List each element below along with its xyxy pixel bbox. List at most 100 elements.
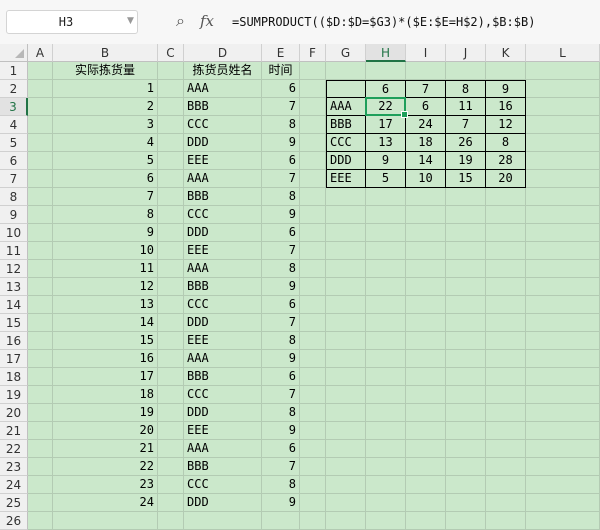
cell-e7[interactable]: 7 bbox=[262, 170, 300, 188]
cell-k24[interactable] bbox=[486, 476, 526, 494]
cell-h23[interactable] bbox=[366, 458, 406, 476]
cell-c1[interactable] bbox=[158, 62, 184, 80]
row-header-23[interactable]: 23 bbox=[0, 458, 28, 476]
cell-i15[interactable] bbox=[406, 314, 446, 332]
cell-h14[interactable] bbox=[366, 296, 406, 314]
cell-i3[interactable]: 6 bbox=[406, 98, 446, 116]
cell-a12[interactable] bbox=[28, 260, 53, 278]
cell-b14[interactable]: 13 bbox=[53, 296, 158, 314]
cell-c24[interactable] bbox=[158, 476, 184, 494]
cell-e22[interactable]: 6 bbox=[262, 440, 300, 458]
cell-e25[interactable]: 9 bbox=[262, 494, 300, 512]
cell-c15[interactable] bbox=[158, 314, 184, 332]
cell-a26[interactable] bbox=[28, 512, 53, 530]
cell-i12[interactable] bbox=[406, 260, 446, 278]
column-header-h[interactable]: H bbox=[366, 44, 406, 62]
cell-a25[interactable] bbox=[28, 494, 53, 512]
cell-d8[interactable]: BBB bbox=[184, 188, 262, 206]
cell-l9[interactable] bbox=[526, 206, 600, 224]
row-header-25[interactable]: 25 bbox=[0, 494, 28, 512]
column-header-f[interactable]: F bbox=[300, 44, 326, 62]
cell-a18[interactable] bbox=[28, 368, 53, 386]
row-header-5[interactable]: 5 bbox=[0, 134, 28, 152]
cell-d11[interactable]: EEE bbox=[184, 242, 262, 260]
cell-a11[interactable] bbox=[28, 242, 53, 260]
cell-b17[interactable]: 16 bbox=[53, 350, 158, 368]
cell-l12[interactable] bbox=[526, 260, 600, 278]
cell-g2[interactable] bbox=[326, 80, 366, 98]
cell-c25[interactable] bbox=[158, 494, 184, 512]
row-header-19[interactable]: 19 bbox=[0, 386, 28, 404]
row-header-9[interactable]: 9 bbox=[0, 206, 28, 224]
cell-g10[interactable] bbox=[326, 224, 366, 242]
cell-l23[interactable] bbox=[526, 458, 600, 476]
cell-d9[interactable]: CCC bbox=[184, 206, 262, 224]
cell-g14[interactable] bbox=[326, 296, 366, 314]
cell-g22[interactable] bbox=[326, 440, 366, 458]
cell-f1[interactable] bbox=[300, 62, 326, 80]
cell-b22[interactable]: 21 bbox=[53, 440, 158, 458]
row-header-12[interactable]: 12 bbox=[0, 260, 28, 278]
cell-d17[interactable]: AAA bbox=[184, 350, 262, 368]
cell-c3[interactable] bbox=[158, 98, 184, 116]
cell-g4[interactable]: BBB bbox=[326, 116, 366, 134]
cell-g23[interactable] bbox=[326, 458, 366, 476]
cell-i16[interactable] bbox=[406, 332, 446, 350]
cell-d20[interactable]: DDD bbox=[184, 404, 262, 422]
cell-k16[interactable] bbox=[486, 332, 526, 350]
cell-d10[interactable]: DDD bbox=[184, 224, 262, 242]
cell-h22[interactable] bbox=[366, 440, 406, 458]
cell-f3[interactable] bbox=[300, 98, 326, 116]
cell-g25[interactable] bbox=[326, 494, 366, 512]
cell-e17[interactable]: 9 bbox=[262, 350, 300, 368]
chevron-down-icon[interactable]: ▼ bbox=[127, 16, 134, 26]
cell-g16[interactable] bbox=[326, 332, 366, 350]
cell-g17[interactable] bbox=[326, 350, 366, 368]
cell-j24[interactable] bbox=[446, 476, 486, 494]
cell-h2[interactable]: 6 bbox=[366, 80, 406, 98]
cell-e14[interactable]: 6 bbox=[262, 296, 300, 314]
cell-b5[interactable]: 4 bbox=[53, 134, 158, 152]
cell-l14[interactable] bbox=[526, 296, 600, 314]
cell-e3[interactable]: 7 bbox=[262, 98, 300, 116]
cell-l2[interactable] bbox=[526, 80, 600, 98]
cell-g26[interactable] bbox=[326, 512, 366, 530]
cell-j11[interactable] bbox=[446, 242, 486, 260]
cell-k8[interactable] bbox=[486, 188, 526, 206]
cell-l18[interactable] bbox=[526, 368, 600, 386]
cell-h4[interactable]: 17 bbox=[366, 116, 406, 134]
cell-g20[interactable] bbox=[326, 404, 366, 422]
cell-c6[interactable] bbox=[158, 152, 184, 170]
cell-g1[interactable] bbox=[326, 62, 366, 80]
cell-i2[interactable]: 7 bbox=[406, 80, 446, 98]
cell-k11[interactable] bbox=[486, 242, 526, 260]
cell-i10[interactable] bbox=[406, 224, 446, 242]
cell-h15[interactable] bbox=[366, 314, 406, 332]
cell-f2[interactable] bbox=[300, 80, 326, 98]
cell-g12[interactable] bbox=[326, 260, 366, 278]
cell-f4[interactable] bbox=[300, 116, 326, 134]
cell-g9[interactable] bbox=[326, 206, 366, 224]
cell-h16[interactable] bbox=[366, 332, 406, 350]
row-header-20[interactable]: 20 bbox=[0, 404, 28, 422]
cell-h17[interactable] bbox=[366, 350, 406, 368]
cell-l4[interactable] bbox=[526, 116, 600, 134]
cell-a15[interactable] bbox=[28, 314, 53, 332]
cell-a3[interactable] bbox=[28, 98, 53, 116]
cell-c22[interactable] bbox=[158, 440, 184, 458]
cell-a10[interactable] bbox=[28, 224, 53, 242]
column-header-j[interactable]: J bbox=[446, 44, 486, 62]
cell-j14[interactable] bbox=[446, 296, 486, 314]
cell-c4[interactable] bbox=[158, 116, 184, 134]
cell-j3[interactable]: 11 bbox=[446, 98, 486, 116]
cell-l17[interactable] bbox=[526, 350, 600, 368]
cell-j12[interactable] bbox=[446, 260, 486, 278]
cell-f21[interactable] bbox=[300, 422, 326, 440]
cell-j25[interactable] bbox=[446, 494, 486, 512]
cell-e11[interactable]: 7 bbox=[262, 242, 300, 260]
cell-g15[interactable] bbox=[326, 314, 366, 332]
cell-c11[interactable] bbox=[158, 242, 184, 260]
cell-g18[interactable] bbox=[326, 368, 366, 386]
cell-a1[interactable] bbox=[28, 62, 53, 80]
cell-f25[interactable] bbox=[300, 494, 326, 512]
